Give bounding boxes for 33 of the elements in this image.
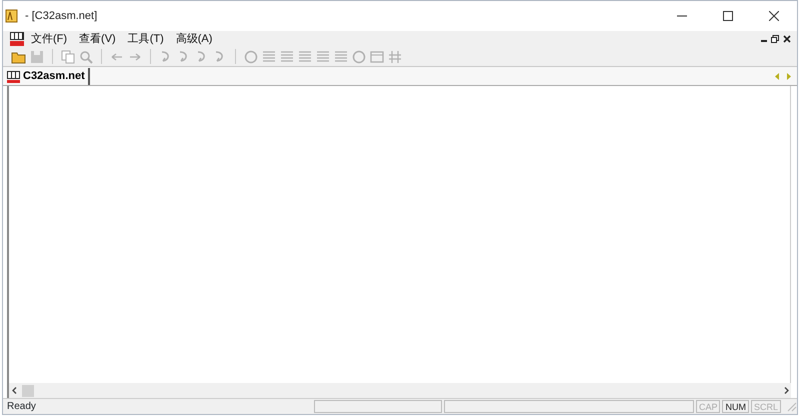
list-icon xyxy=(315,48,331,64)
list-icon xyxy=(261,48,277,64)
menu-item[interactable]: 工具(T) xyxy=(122,30,170,48)
chevron-left-icon xyxy=(12,387,16,394)
menu-item[interactable]: 高级(A) xyxy=(170,30,218,48)
chevron-right-icon xyxy=(784,387,788,394)
status-indicator: SCRL xyxy=(750,400,781,413)
circle-icon xyxy=(351,48,367,64)
horizontal-scrollbar[interactable] xyxy=(7,383,791,398)
app-logo-icon xyxy=(6,70,20,82)
resize-grip-icon xyxy=(785,400,797,412)
menu-item[interactable]: 查看(V) xyxy=(73,30,122,48)
scroll-thumb[interactable] xyxy=(22,384,34,396)
maximize-icon xyxy=(723,11,733,21)
close-icon xyxy=(783,35,791,43)
pages-icon xyxy=(60,48,76,64)
circle-icon xyxy=(243,48,259,64)
status-text: Ready xyxy=(7,400,36,414)
left-triangle-icon xyxy=(775,72,779,80)
magnifier-icon xyxy=(78,48,94,64)
grid-icon xyxy=(387,48,403,64)
right-triangle-icon xyxy=(786,72,790,80)
restore-icon xyxy=(771,35,780,43)
app-icon xyxy=(3,8,19,24)
list-icon xyxy=(297,48,313,64)
close-icon xyxy=(769,11,779,21)
status-indicator: CAP xyxy=(696,400,720,413)
rectangle-icon xyxy=(369,48,385,64)
list-icon xyxy=(333,48,349,64)
menu-item[interactable]: 文件(F) xyxy=(25,30,74,48)
list-icon xyxy=(279,48,295,64)
status-indicator: NUM xyxy=(722,400,749,413)
window-title: - [C32asm.net] xyxy=(25,8,98,24)
